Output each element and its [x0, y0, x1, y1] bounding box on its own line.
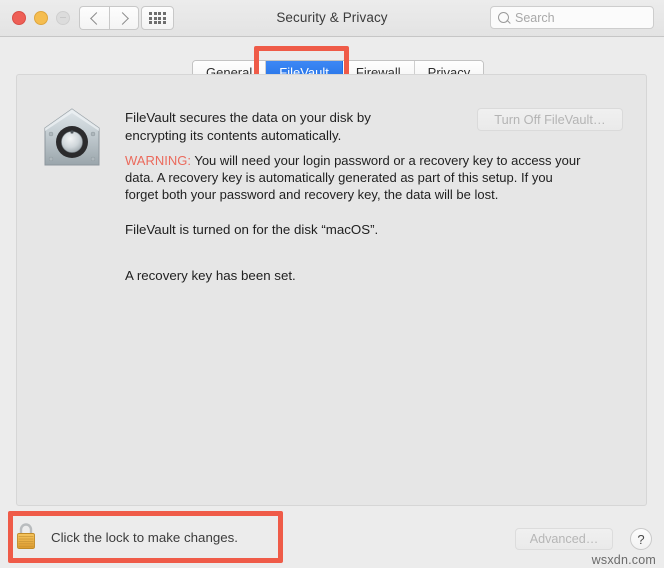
warning-body: You will need your login password or a r…: [125, 153, 581, 202]
filevault-status-disk: FileVault is turned on for the disk “mac…: [125, 222, 379, 237]
warning-label: WARNING:: [125, 153, 191, 168]
watermark: wsxdn.com: [591, 553, 656, 567]
filevault-content-panel: FileVault secures the data on your disk …: [16, 74, 647, 506]
search-icon: [498, 12, 509, 23]
turn-off-filevault-button[interactable]: Turn Off FileVault…: [477, 108, 623, 131]
filevault-vault-icon: [44, 108, 100, 166]
lock-message: Click the lock to make changes.: [51, 529, 238, 545]
help-button[interactable]: ?: [630, 528, 652, 550]
search-field[interactable]: Search: [490, 6, 654, 29]
filevault-warning-text: WARNING: You will need your login passwo…: [125, 152, 585, 203]
window-titlebar: Security & Privacy Search: [0, 0, 664, 37]
filevault-status-recovery-key: A recovery key has been set.: [125, 268, 296, 283]
filevault-intro-text: FileVault secures the data on your disk …: [125, 110, 371, 143]
lock-closed-icon[interactable]: [13, 522, 39, 552]
lock-row[interactable]: Click the lock to make changes.: [13, 516, 238, 558]
search-placeholder: Search: [515, 10, 555, 25]
advanced-button[interactable]: Advanced…: [515, 528, 613, 550]
